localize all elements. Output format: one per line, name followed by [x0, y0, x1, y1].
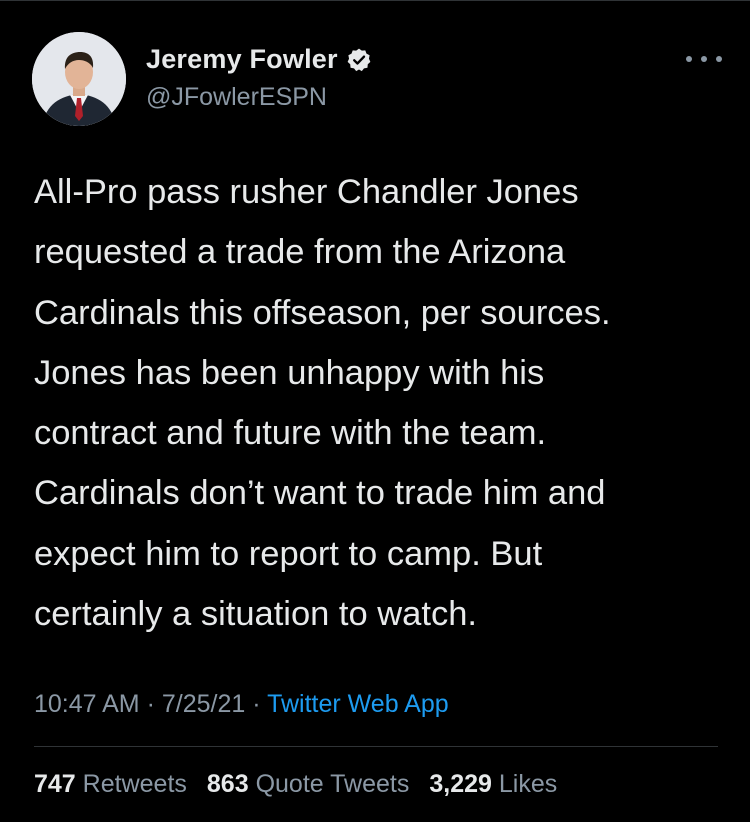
tweet-header: Jeremy Fowler @JFowlerESPN	[32, 30, 722, 130]
likes-count: 3,229	[429, 770, 492, 798]
more-dot	[701, 56, 707, 62]
author-display-name[interactable]: Jeremy Fowler	[146, 44, 338, 75]
tweet-text-line: contract and future with the team.	[34, 414, 547, 453]
tweet-meta: 10:47 AM · 7/25/21 · Twitter Web App	[34, 690, 449, 719]
retweets-stat[interactable]: 747 Retweets	[34, 770, 187, 799]
more-dot	[716, 56, 722, 62]
avatar-image	[32, 32, 126, 126]
meta-separator: ·	[146, 690, 155, 718]
quote-tweets-label: Quote Tweets	[255, 770, 410, 798]
tweet-date[interactable]: 7/25/21	[162, 690, 245, 718]
tweet-text-line: Cardinals this offseason, per sources.	[34, 293, 611, 332]
more-options-icon[interactable]	[686, 52, 722, 66]
tweet-text-line: All-Pro pass rusher Chandler Jones	[34, 173, 579, 211]
likes-label: Likes	[498, 770, 558, 798]
tweet-text-line: Cardinals don’t want to trade him and	[34, 474, 606, 513]
tweet-text-line: Jones has been unhappy with his	[34, 353, 545, 392]
avatar[interactable]	[32, 32, 126, 126]
stats-divider	[34, 746, 718, 747]
tweet-text: All-Pro pass rusher Chandler Jones reque…	[34, 162, 724, 644]
top-divider	[0, 0, 750, 1]
tweet-text-line: certainly a situation to watch.	[34, 595, 477, 634]
tweet-text-line: requested a trade from the Arizona	[34, 233, 566, 272]
retweets-count: 747	[34, 770, 76, 798]
more-dot	[686, 56, 692, 62]
author-handle[interactable]: @JFowlerESPN	[146, 83, 327, 112]
quote-tweets-stat[interactable]: 863 Quote Tweets	[207, 770, 409, 799]
meta-separator: ·	[252, 690, 261, 718]
tweet-text-line: expect him to report to camp. But	[34, 534, 543, 573]
retweets-label: Retweets	[82, 770, 187, 798]
quote-tweets-count: 863	[206, 770, 249, 798]
verified-badge-icon	[346, 47, 372, 73]
name-row: Jeremy Fowler	[146, 44, 372, 75]
tweet-time[interactable]: 10:47 AM	[34, 690, 140, 718]
tweet-source-link[interactable]: Twitter Web App	[267, 690, 449, 718]
tweet-stats: 747 Retweets 863 Quote Tweets 3,229 Like…	[34, 770, 557, 799]
likes-stat[interactable]: 3,229 Likes	[429, 770, 557, 799]
